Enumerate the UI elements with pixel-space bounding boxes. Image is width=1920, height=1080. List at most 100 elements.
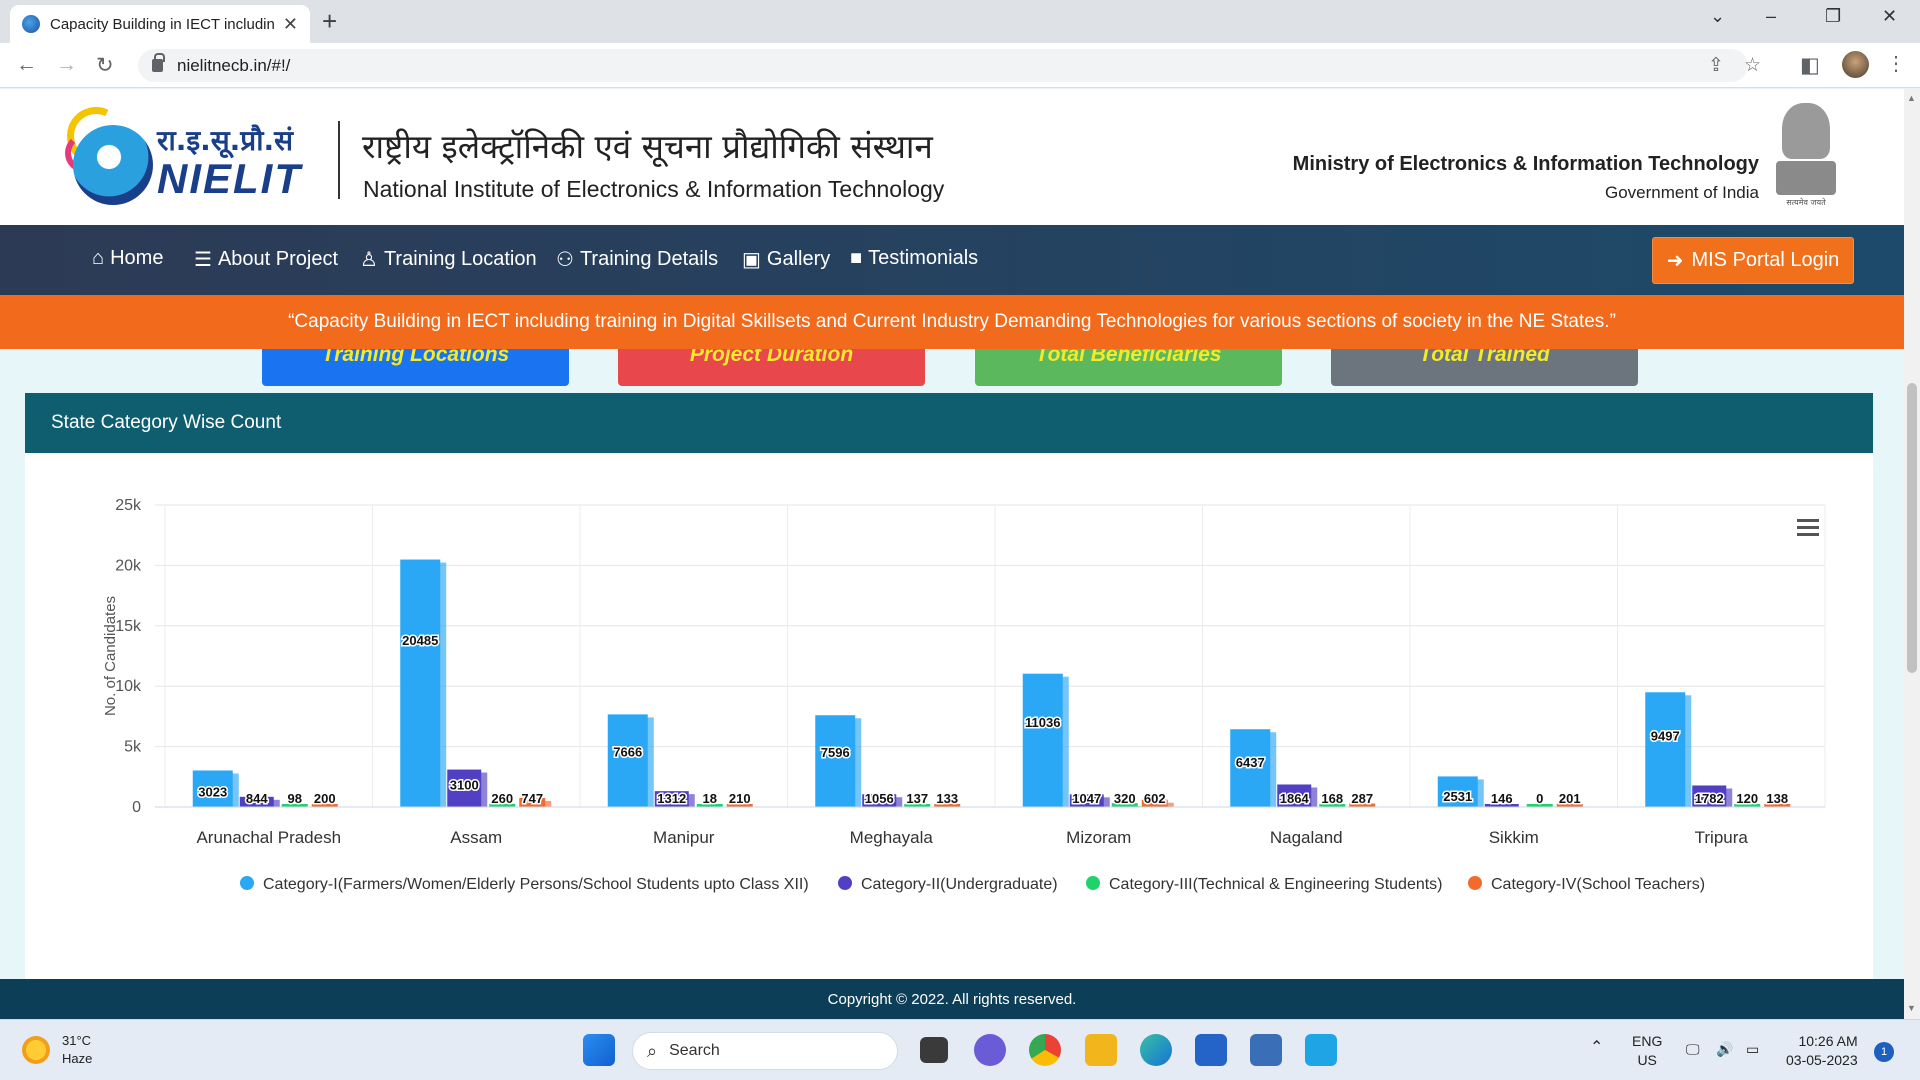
project-tagline: “Capacity Building in IECT including tra… [0, 295, 1904, 349]
legend-label: Category-II(Undergraduate) [861, 876, 1058, 893]
restore-icon[interactable]: ❐ [1825, 6, 1841, 27]
reload-icon[interactable]: ↻ [96, 53, 114, 78]
network-icon[interactable]: 🖵 [1686, 1040, 1700, 1059]
state-category-bar-chart: 0 5k 10k 15k 20k 25k No. of Candidates 3023 844 9… [102, 497, 1826, 893]
data-label: 168 [1321, 791, 1343, 806]
browser-tab[interactable]: Capacity Building in IECT includin ✕ [10, 5, 310, 43]
data-label: 210 [729, 791, 751, 806]
data-label: 20485 [402, 633, 438, 648]
nav-training-details[interactable]: ⚇ Training Details [556, 247, 718, 272]
stat-card-project-duration[interactable]: Project Duration [618, 349, 925, 386]
nav-gallery[interactable]: ▣ Gallery [742, 247, 830, 272]
battery-icon[interactable]: ▭ [1746, 1040, 1759, 1059]
weather-widget[interactable]: 31°C Haze [22, 1032, 92, 1068]
clock[interactable]: 10:26 AM 03-05-2023 [1786, 1032, 1858, 1070]
video-icon: ■ [850, 247, 863, 269]
chart-card-header: State Category Wise Count [25, 393, 1873, 453]
minimize-icon[interactable]: – [1766, 6, 1776, 27]
chat-icon[interactable] [974, 1034, 1006, 1066]
users-icon: ⚇ [556, 249, 574, 271]
data-label: 98 [288, 791, 302, 806]
search-icon: ⌕ [647, 1040, 658, 1061]
data-label: 3023 [198, 785, 227, 800]
stat-card-training-locations[interactable]: Training Locations [262, 349, 569, 386]
nielit-logo[interactable]: रा.इ.सू.प्रौ.सं NIELIT [58, 98, 315, 213]
legend-marker [1468, 876, 1482, 890]
nav-gallery-label: Gallery [766, 248, 831, 270]
browser-menu-icon[interactable]: ⋮ [1886, 51, 1906, 76]
x-tick-label: Manipur [653, 828, 715, 847]
site-footer: Copyright © 2022. All rights reserved. [0, 979, 1904, 1019]
data-label: 602 [1144, 791, 1166, 806]
close-tab-icon[interactable]: ✕ [283, 14, 298, 35]
share-icon[interactable]: ⇪ [1708, 54, 1724, 77]
person-icon: ♙ [360, 249, 378, 271]
data-label: 200 [314, 791, 336, 806]
page-scrollbar[interactable]: ▲ ▼ [1904, 89, 1920, 1019]
bar [815, 715, 856, 807]
chrome-icon[interactable] [1029, 1034, 1061, 1066]
mis-portal-login-button[interactable]: ➜ MIS Portal Login [1652, 237, 1854, 284]
region-code: US [1637, 1052, 1657, 1068]
nav-home[interactable]: ⌂ Home [92, 247, 163, 270]
scroll-down-icon[interactable]: ▼ [1907, 1003, 1916, 1013]
notepad-icon[interactable] [1305, 1034, 1337, 1066]
logo-text: NIELIT [157, 155, 302, 202]
notification-badge[interactable]: 1 [1874, 1042, 1894, 1062]
y-tick-label: 0 [132, 799, 141, 816]
store-icon[interactable] [1195, 1034, 1227, 1066]
stat-card-total-trained[interactable]: Total Trained [1331, 349, 1638, 386]
scroll-up-icon[interactable]: ▲ [1907, 93, 1916, 103]
mis-portal-login-label: MIS Portal Login [1691, 249, 1840, 271]
back-icon[interactable]: ← [16, 53, 37, 77]
file-explorer-icon[interactable] [1085, 1034, 1117, 1066]
bar [1645, 692, 1686, 807]
task-view-icon[interactable] [920, 1037, 948, 1063]
header-divider [338, 121, 340, 199]
data-label: 1047 [1072, 791, 1101, 806]
legend-label: Category-III(Technical & Engineering Stu… [1109, 876, 1443, 893]
legend-marker [240, 876, 254, 890]
data-label: 9497 [1651, 728, 1680, 743]
profile-avatar[interactable] [1842, 51, 1869, 78]
chart-card-title: State Category Wise Count [51, 412, 282, 433]
data-label: 260 [491, 791, 513, 806]
nav-about-project[interactable]: ☰ About Project [194, 247, 338, 272]
bar [607, 714, 648, 807]
main-nav: ⌂ Home ☰ About Project ♙ Training Location … [0, 225, 1904, 295]
taskbar-search-placeholder: Search [669, 1042, 720, 1059]
edge-icon[interactable] [1140, 1034, 1172, 1066]
nav-about-label: About Project [217, 248, 339, 270]
nav-training-location[interactable]: ♙ Training Location [360, 247, 537, 272]
url-field[interactable]: nielitnecb.in/#!/ ⇪ ☆ [138, 49, 1761, 82]
stat-card-total-beneficiaries[interactable]: Total Beneficiaries [975, 349, 1282, 386]
scrollbar-thumb[interactable] [1907, 383, 1917, 673]
windows-start-icon[interactable] [583, 1034, 615, 1066]
side-panel-icon[interactable]: ◧ [1800, 53, 1820, 78]
volume-icon[interactable]: 🔊 [1716, 1040, 1733, 1059]
show-hidden-icons-chevron-icon[interactable]: ⌃ [1590, 1038, 1603, 1057]
emblem-lions [1782, 103, 1830, 159]
data-label: 11036 [1025, 715, 1060, 730]
tab-search-chevron-icon[interactable]: ⌄ [1710, 6, 1725, 27]
taskbar-search[interactable]: ⌕ Search [632, 1032, 898, 1070]
data-label: 0 [1536, 791, 1543, 806]
data-label: 287 [1351, 791, 1373, 806]
url-text[interactable]: nielitnecb.in/#!/ [177, 56, 290, 76]
window-close-icon[interactable]: ✕ [1882, 6, 1897, 27]
nav-training-location-label: Training Location [383, 248, 537, 270]
lock-icon[interactable] [152, 53, 165, 72]
language-indicator[interactable]: ENG US [1632, 1032, 1662, 1070]
x-tick-label: Sikkim [1489, 828, 1539, 847]
data-label: 6437 [1236, 755, 1265, 770]
stat-card-label: Total Beneficiaries [1035, 349, 1222, 366]
chart-menu-icon[interactable] [1797, 519, 1819, 537]
nav-testimonials[interactable]: ■ Testimonials [850, 247, 978, 270]
stat-card-label: Total Trained [1419, 349, 1550, 366]
data-label: 18 [703, 791, 717, 806]
remote-desktop-icon[interactable] [1250, 1034, 1282, 1066]
forward-icon[interactable]: → [56, 53, 77, 77]
new-tab-icon[interactable]: + [322, 6, 337, 37]
y-axis-title: No. of Candidates [102, 596, 119, 716]
bookmark-star-icon[interactable]: ☆ [1744, 54, 1761, 77]
